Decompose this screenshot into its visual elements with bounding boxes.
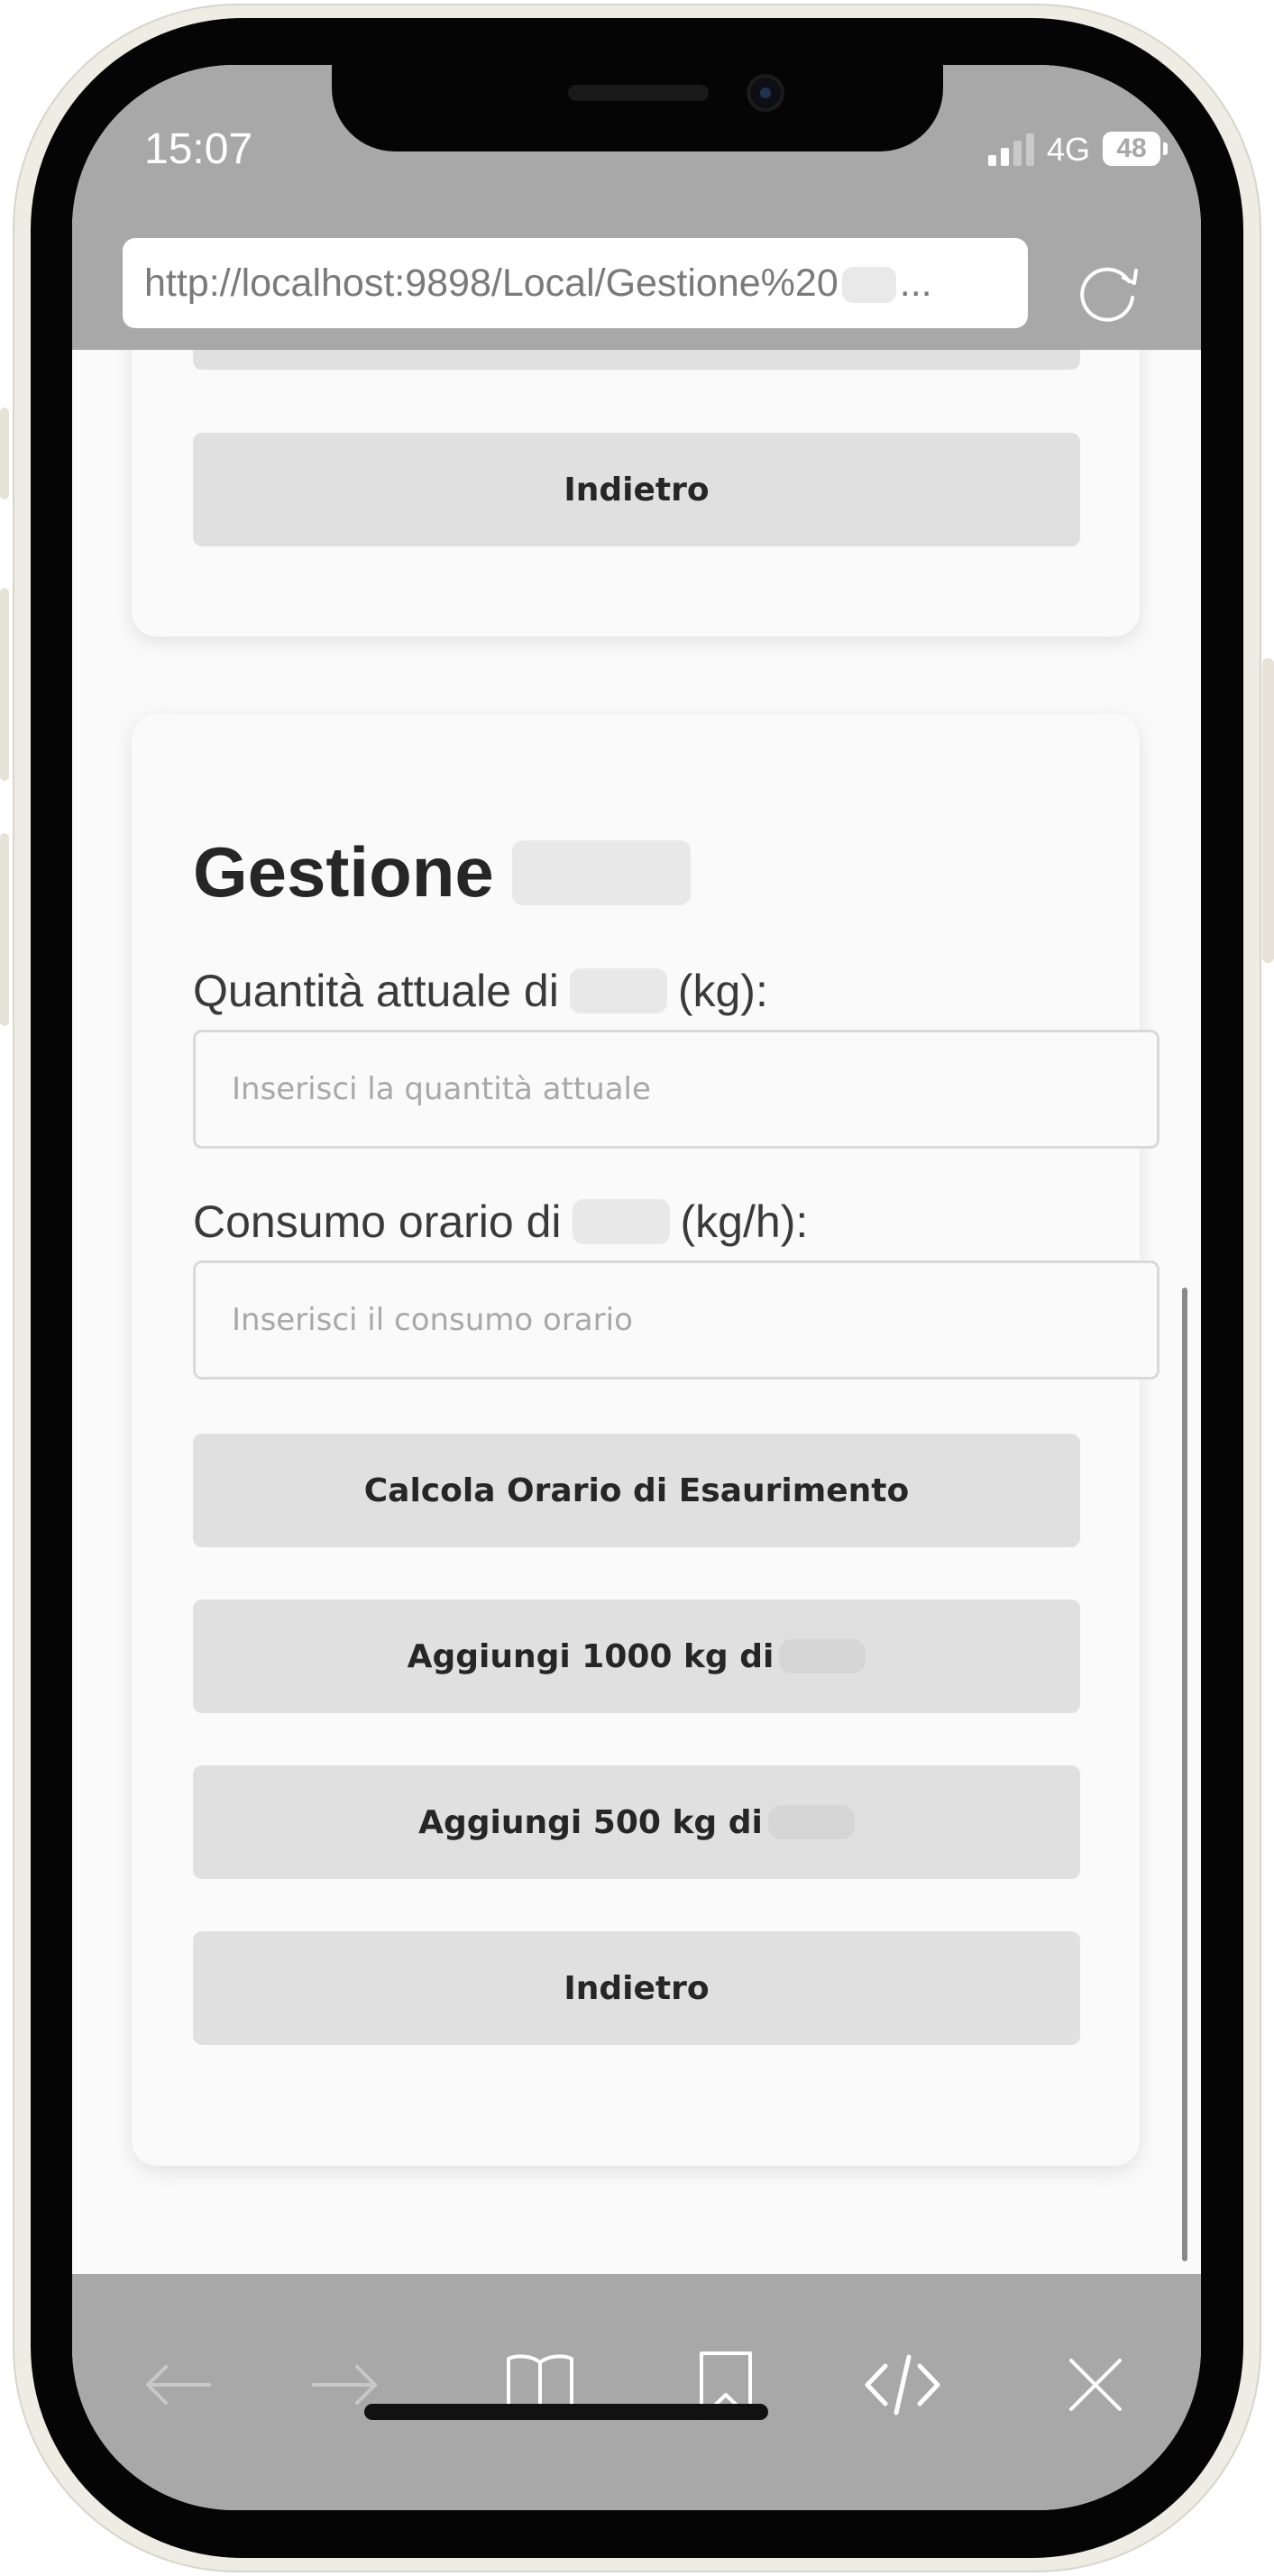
redacted-title-word bbox=[511, 839, 691, 905]
add-1000-button[interactable]: Aggiungi 1000 kg di bbox=[193, 1600, 1080, 1713]
page-title: Gestione bbox=[193, 831, 691, 913]
title-text: Gestione bbox=[193, 832, 494, 912]
consumption-input[interactable] bbox=[193, 1260, 1159, 1380]
add-500-label: Aggiungi 500 kg di bbox=[418, 1803, 763, 1841]
add-500-button[interactable]: Aggiungi 500 kg di bbox=[193, 1765, 1080, 1879]
mute-switch bbox=[0, 408, 9, 500]
code-icon[interactable] bbox=[862, 2344, 943, 2425]
scrollbar[interactable] bbox=[1182, 1288, 1187, 2261]
reload-icon[interactable] bbox=[1073, 254, 1145, 326]
volume-down-button bbox=[0, 833, 9, 1026]
consumption-label-suffix: (kg/h): bbox=[680, 1196, 809, 1247]
management-card: Gestione Quantità attuale di (kg): Consu… bbox=[132, 714, 1159, 2166]
home-indicator[interactable] bbox=[364, 2404, 768, 2420]
calculate-button[interactable]: Calcola Orario di Esaurimento bbox=[193, 1434, 1080, 1547]
camera bbox=[750, 78, 781, 108]
speaker bbox=[568, 85, 709, 101]
browser-bottom-bar bbox=[72, 2274, 1201, 2510]
back-arrow-icon[interactable] bbox=[137, 2344, 218, 2425]
back-label: Indietro bbox=[564, 1969, 710, 2007]
url-text: http://localhost:9898/Local/Gestione%20.… bbox=[144, 261, 932, 305]
redacted-material bbox=[569, 968, 667, 1013]
volume-up-button bbox=[0, 588, 9, 781]
signal-icon bbox=[987, 133, 1034, 166]
power-button bbox=[1262, 658, 1274, 963]
notch bbox=[332, 65, 943, 151]
screen: Indietro Gestione Quantità attuale di (k… bbox=[72, 65, 1201, 2510]
back-button[interactable]: Indietro bbox=[193, 1931, 1080, 2045]
quantity-label-prefix: Quantità attuale di bbox=[193, 966, 559, 1016]
status-time: 15:07 bbox=[144, 125, 253, 173]
back-button-top[interactable]: Indietro bbox=[193, 433, 1080, 546]
close-icon[interactable] bbox=[1055, 2344, 1136, 2425]
redacted-material bbox=[779, 1639, 866, 1673]
calculate-label: Calcola Orario di Esaurimento bbox=[363, 1471, 910, 1509]
url-bar[interactable]: http://localhost:9898/Local/Gestione%20.… bbox=[123, 238, 1028, 328]
consumption-label: Consumo orario di (kg/h): bbox=[193, 1196, 808, 1248]
consumption-label-prefix: Consumo orario di bbox=[193, 1196, 562, 1247]
quantity-label-suffix: (kg): bbox=[677, 966, 768, 1016]
battery-icon: 48 bbox=[1103, 132, 1168, 166]
network-type: 4G bbox=[1046, 131, 1090, 168]
redacted-material bbox=[767, 1805, 855, 1839]
quantity-input[interactable] bbox=[193, 1030, 1159, 1149]
quantity-label: Quantità attuale di (kg): bbox=[193, 965, 768, 1017]
redacted-material bbox=[572, 1199, 670, 1244]
add-1000-label: Aggiungi 1000 kg di bbox=[407, 1637, 774, 1675]
status-indicators: 4G 48 bbox=[987, 130, 1168, 168]
